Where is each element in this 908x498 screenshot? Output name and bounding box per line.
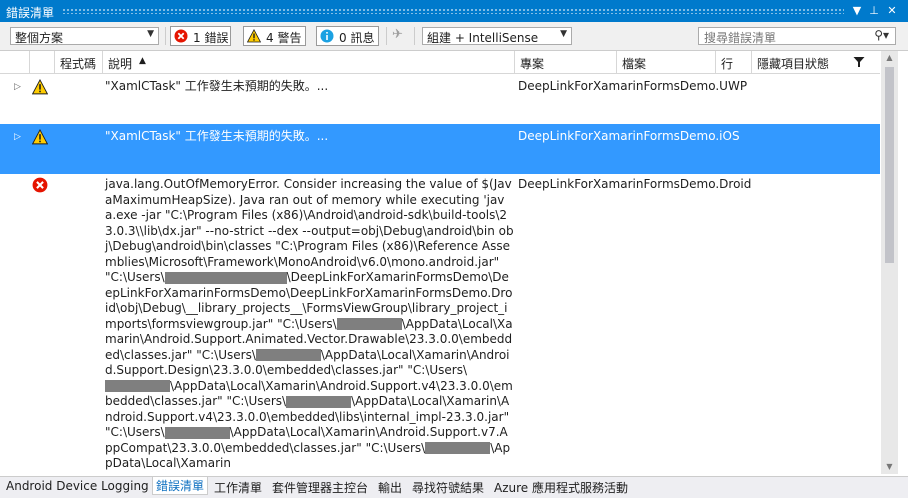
description-text: java.lang.OutOfMemoryError. Consider inc… [105,177,514,284]
messages-filter-button[interactable]: 0 訊息 [316,26,379,46]
window-title: 錯誤清單 [6,6,55,20]
drag-grip[interactable] [62,8,844,14]
toolbar-separator [165,27,166,45]
window-menu-dropdown-icon[interactable]: ▼ [849,3,865,19]
column-header-project[interactable]: 專案 [515,51,617,73]
column-header-suppression[interactable]: 隱藏項目狀態 [752,51,880,73]
sort-ascending-icon: ▲ [139,56,146,66]
build-source-dropdown[interactable]: 組建 + IntelliSense ▼ [422,27,572,45]
search-icon[interactable]: ⚲▾ [874,28,889,42]
column-header-severity[interactable] [30,51,55,73]
search-error-list-input[interactable]: 搜尋錯誤清單 ⚲▾ [698,27,896,45]
table-row[interactable]: java.lang.OutOfMemoryError. Consider inc… [0,175,880,474]
warnings-count-label: 4 警告 [266,31,302,45]
expand-arrow-icon[interactable]: ▷ [14,82,21,92]
scroll-up-icon[interactable]: ▲ [881,51,898,65]
tab-error-list[interactable]: 錯誤清單 [152,477,209,495]
scope-value: 整個方案 [15,31,64,45]
error-list-toolbar: 整個方案 ▼ 1 錯誤 4 警告 0 訊息 ✈ 組建 + IntelliSens… [0,22,908,51]
tab-package-manager-console[interactable]: 套件管理器主控台 [272,479,368,496]
pin-icon[interactable]: ⊥ [866,3,882,19]
error-list-rows: ▷ "XamlCTask" 工作發生未預期的失敗。... DeepLinkFor… [0,74,880,474]
toolbar-separator [414,27,415,45]
column-project-label: 專案 [520,57,545,71]
table-row-selected[interactable]: ▷ "XamlCTask" 工作發生未預期的失敗。... DeepLinkFor… [0,124,880,174]
row-project: DeepLinkForXamarinFormsDemo.Droid [518,177,752,191]
row-description: java.lang.OutOfMemoryError. Consider inc… [105,177,515,472]
column-header-description[interactable]: 說明 ▲ [103,51,515,73]
bottom-tab-strip: Android Device Logging 錯誤清單 工作清單 套件管理器主控… [0,476,908,498]
column-description-label: 說明 [108,57,133,71]
redacted-username [336,318,402,330]
warning-icon [32,129,48,145]
clear-filter-icon[interactable]: ✈ [392,27,403,42]
toolbar-separator [386,27,387,45]
warning-icon [32,79,48,95]
messages-count-label: 0 訊息 [339,31,375,45]
tab-azure-app-service-activity[interactable]: Azure 應用程式服務活動 [494,479,628,496]
row-description: "XamlCTask" 工作發生未預期的失敗。... [105,79,329,93]
info-icon [320,29,334,43]
search-placeholder: 搜尋錯誤清單 [704,31,777,45]
close-icon[interactable]: ✕ [884,3,900,19]
chevron-down-icon: ▼ [147,29,154,39]
column-suppression-label: 隱藏項目狀態 [757,57,830,71]
tab-output[interactable]: 輸出 [378,479,402,496]
redacted-username [286,395,352,408]
column-line-label: 行 [721,57,734,71]
scrollbar-thumb[interactable] [885,67,894,263]
column-file-label: 檔案 [622,57,647,71]
tab-android-device-logging[interactable]: Android Device Logging [6,479,149,496]
build-source-value: 組建 + IntelliSense [427,31,539,45]
column-header-line[interactable]: 行 [716,51,752,73]
redacted-username [105,380,170,392]
row-project: DeepLinkForXamarinFormsDemo.iOS [518,129,740,143]
table-row[interactable]: ▷ "XamlCTask" 工作發生未預期的失敗。... DeepLinkFor… [0,74,880,124]
row-description: "XamlCTask" 工作發生未預期的失敗。... [105,129,329,143]
redacted-username [425,442,491,454]
tab-find-symbol-results[interactable]: 尋找符號結果 [412,479,484,496]
redacted-username [164,271,287,284]
tool-window-titlebar[interactable]: 錯誤清單 ▼ ⊥ ✕ [0,0,908,22]
column-header-file[interactable]: 檔案 [617,51,716,73]
warnings-filter-button[interactable]: 4 警告 [243,26,306,46]
column-code-label: 程式碼 [60,57,97,71]
column-header-expander [0,51,30,73]
filter-icon[interactable] [853,56,865,68]
tab-task-list[interactable]: 工作清單 [214,479,262,496]
warning-icon [247,29,261,43]
errors-filter-button[interactable]: 1 錯誤 [170,26,231,46]
column-header-row: 程式碼 說明 ▲ 專案 檔案 行 隱藏項目狀態 [0,51,880,74]
redacted-username [164,426,230,439]
vertical-scrollbar[interactable]: ▲ ▼ [881,51,898,474]
chevron-down-icon: ▼ [560,29,567,39]
column-header-code[interactable]: 程式碼 [55,51,103,73]
redacted-username [255,349,321,361]
scope-dropdown[interactable]: 整個方案 ▼ [10,27,159,45]
error-icon [174,29,188,43]
error-icon [32,177,48,193]
expand-arrow-icon[interactable]: ▷ [14,132,21,142]
row-project: DeepLinkForXamarinFormsDemo.UWP [518,79,748,93]
errors-count-label: 1 錯誤 [193,31,229,45]
scroll-down-icon[interactable]: ▼ [881,460,898,474]
